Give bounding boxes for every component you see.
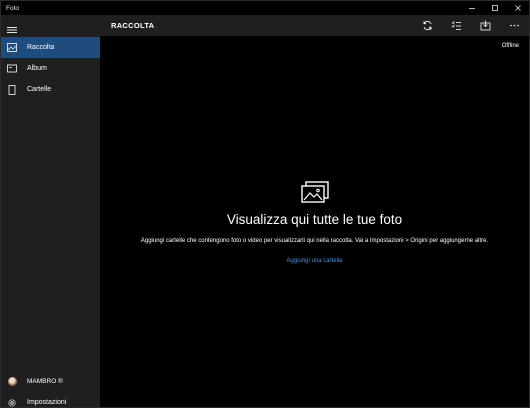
maximize-icon [491, 5, 498, 11]
sidebar-item-raccolta[interactable]: Raccolta [1, 37, 100, 58]
photos-app-window: Foto Raccolta Album Cartelle MAMBRO ® Im… [0, 0, 530, 408]
refresh-icon [423, 20, 432, 31]
account-name: MAMBRO ® [27, 378, 63, 385]
photos-icon [301, 181, 329, 203]
import-button[interactable] [471, 15, 500, 36]
sidebar-item-label: Raccolta [27, 44, 55, 51]
sidebar-item-label: Album [27, 65, 47, 72]
window-controls [460, 1, 529, 15]
sidebar-item-cartelle[interactable]: Cartelle [1, 79, 100, 100]
sidebar-item-label: Cartelle [27, 86, 52, 93]
more-icon [510, 24, 519, 27]
folder-icon [6, 84, 18, 96]
album-icon [6, 63, 18, 75]
account-button[interactable]: MAMBRO ® [1, 371, 100, 392]
maximize-button[interactable] [483, 1, 506, 15]
sidebar-item-album[interactable]: Album [1, 58, 100, 79]
more-button[interactable] [500, 15, 529, 36]
empty-state-title: Visualizza qui tutte le tue foto [226, 212, 403, 227]
hamburger-icon [7, 27, 17, 33]
collection-icon [6, 42, 18, 54]
status-offline: Offline [501, 43, 519, 49]
close-button[interactable] [506, 1, 529, 15]
avatar [7, 377, 17, 386]
title-bar: Foto [1, 1, 529, 15]
minimize-icon [468, 8, 475, 9]
add-folder-link[interactable]: Aggiungi una cartella [100, 258, 529, 264]
sidebar: Raccolta Album Cartelle MAMBRO ® Imposta… [1, 15, 100, 407]
import-icon [480, 20, 491, 31]
gear-icon [6, 397, 18, 408]
minimize-button[interactable] [460, 1, 483, 15]
close-icon [514, 5, 521, 11]
settings-button[interactable]: Impostazioni [1, 392, 100, 408]
main-content: Offline Visualizza qui tutte le tue foto… [100, 36, 529, 407]
refresh-button[interactable] [413, 15, 442, 36]
hamburger-button[interactable] [6, 22, 18, 33]
app-title: Foto [6, 4, 20, 12]
page-title: RACCOLTA [111, 21, 155, 30]
settings-label: Impostazioni [27, 399, 67, 406]
select-button[interactable] [442, 15, 471, 36]
empty-state-description: Aggiungi cartelle che contengono foto o … [140, 238, 489, 244]
select-icon [451, 21, 461, 30]
header-bar: RACCOLTA [100, 15, 529, 36]
